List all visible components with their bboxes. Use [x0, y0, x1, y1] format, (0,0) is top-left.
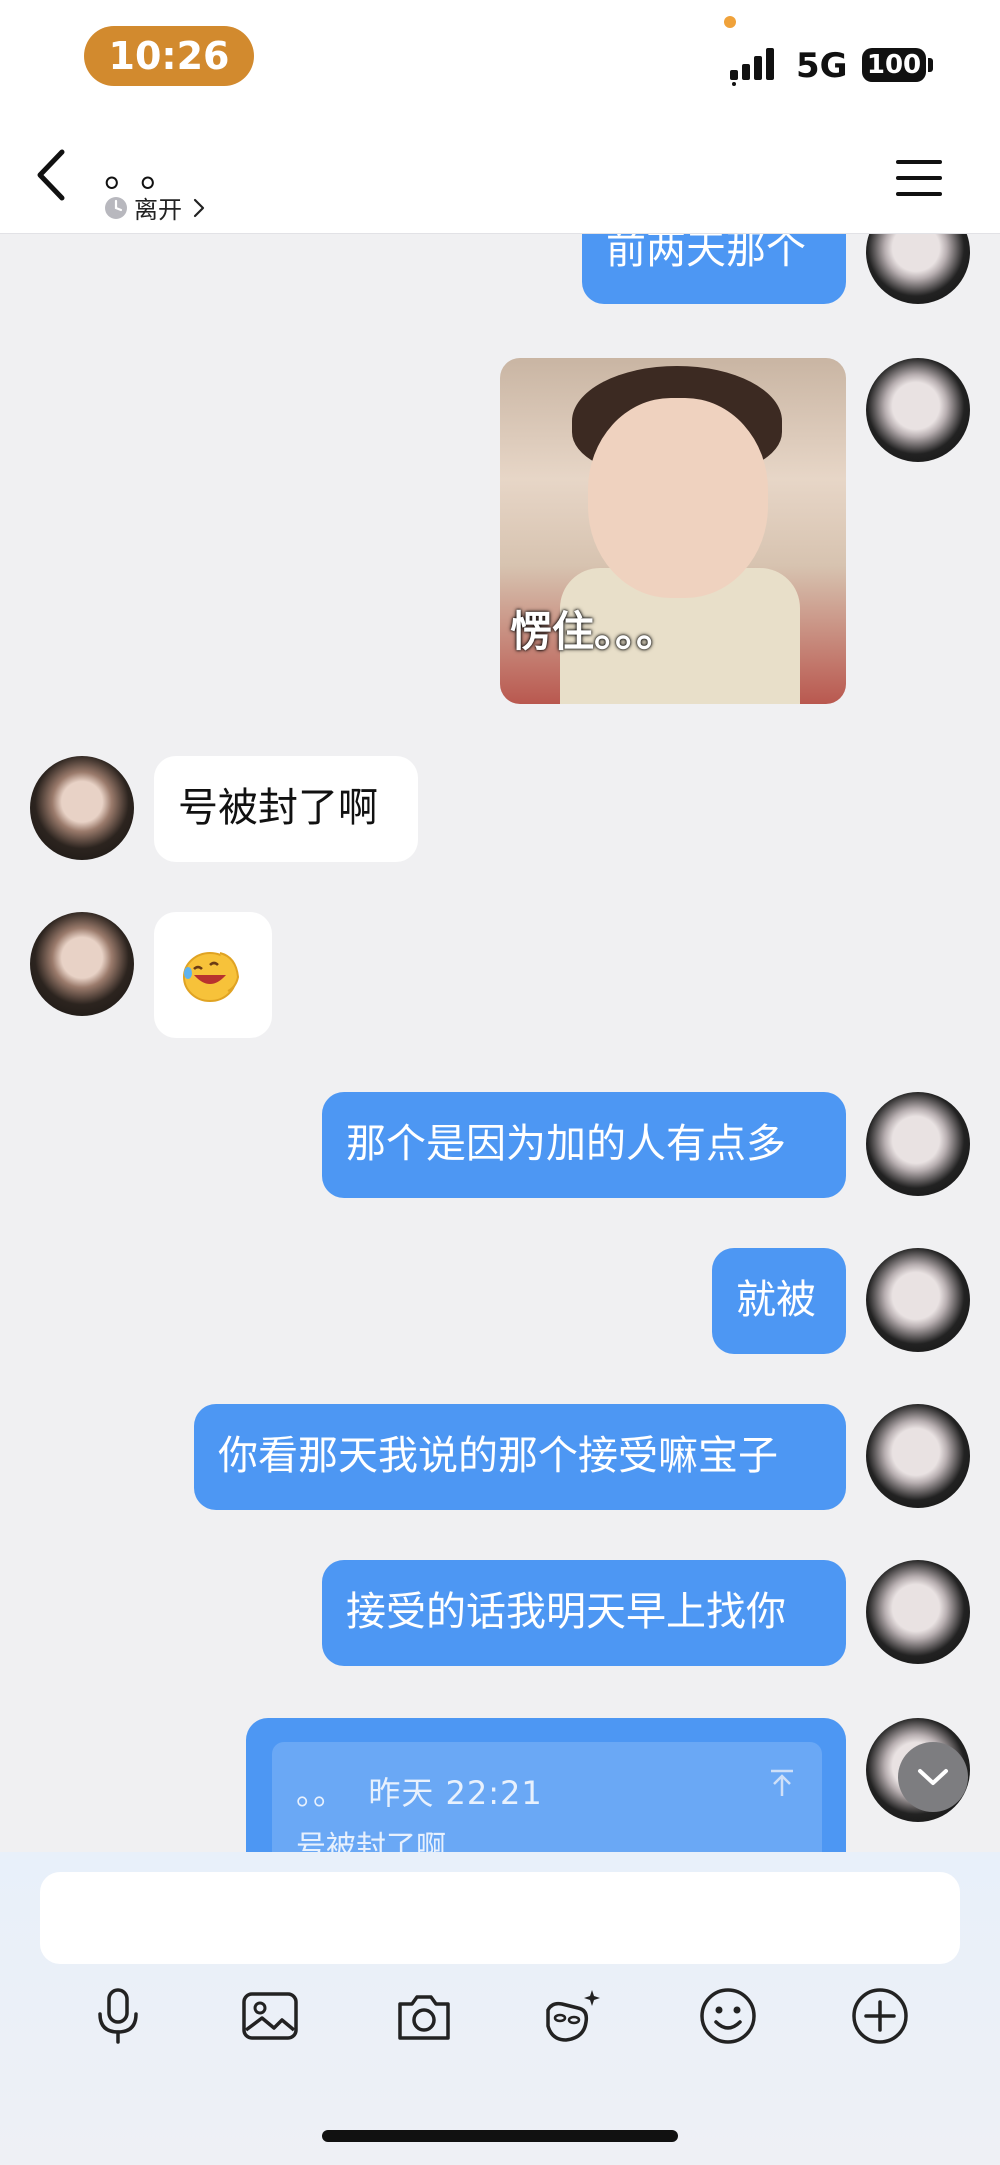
sticker-icon[interactable]: [542, 1984, 606, 2048]
message-list[interactable]: 前两天那个 愣住。。。 号被封了啊 那个是因为加的人有点多 就被 你看那天我说的…: [0, 234, 1000, 1852]
message-bubble-sent[interactable]: 那个是因为加的人有点多: [322, 1092, 846, 1198]
sticker-image[interactable]: 愣住。。。: [500, 358, 846, 704]
signal-icon: [730, 48, 774, 86]
status-time: 10:26: [84, 26, 254, 86]
status-bar: 10:26 5G 100: [0, 0, 1000, 120]
camera-icon[interactable]: [392, 1984, 456, 2048]
quote-header: 。。 昨天 22:21: [296, 1768, 543, 1814]
message-bubble-sent[interactable]: 就被: [712, 1248, 846, 1354]
quote-time: 昨天 22:21: [368, 1774, 543, 1812]
chevron-right-icon: [193, 198, 205, 217]
message-input[interactable]: [40, 1872, 960, 1964]
scroll-to-bottom-button[interactable]: [898, 1742, 968, 1812]
contact-avatar[interactable]: [30, 912, 134, 1016]
privacy-indicator-dot: [724, 16, 736, 28]
presence-status[interactable]: 离开: [104, 190, 206, 225]
my-avatar[interactable]: [866, 1092, 970, 1196]
emoji-icon[interactable]: [696, 1984, 760, 2048]
contact-avatar[interactable]: [30, 756, 134, 860]
battery-tip: [928, 58, 933, 72]
quote-text: 号被封了啊: [296, 1830, 446, 1852]
chat-header: 。。 离开: [0, 120, 1000, 234]
my-avatar[interactable]: [866, 1560, 970, 1664]
jump-to-original-icon[interactable]: [768, 1768, 796, 1798]
sticker-face: [588, 398, 768, 598]
quoted-message[interactable]: 。。 昨天 22:21 号被封了啊: [272, 1742, 822, 1852]
chevron-down-icon: [918, 1769, 948, 1785]
my-avatar[interactable]: [866, 234, 970, 304]
composer: [0, 1852, 1000, 2165]
sticker-caption: 愣住。。。: [510, 607, 679, 656]
network-type: 5G: [796, 46, 848, 86]
home-indicator[interactable]: [322, 2130, 678, 2142]
plus-icon[interactable]: [848, 1984, 912, 2048]
message-bubble-received[interactable]: 号被封了啊: [154, 756, 418, 862]
my-avatar[interactable]: [866, 1248, 970, 1352]
message-bubble-sent[interactable]: 你看那天我说的那个接受嘛宝子: [194, 1404, 846, 1510]
message-bubble-sent[interactable]: 前两天那个: [582, 234, 846, 304]
image-icon[interactable]: [238, 1984, 302, 2048]
battery-indicator: 100: [862, 48, 926, 82]
menu-icon[interactable]: [894, 156, 944, 200]
clock-icon: [105, 196, 127, 219]
message-bubble-sent[interactable]: 接受的话我明天早上找你: [322, 1560, 846, 1666]
laughing-tears-emoji-icon: [183, 952, 240, 1002]
message-bubble-reply[interactable]: 。。 昨天 22:21 号被封了啊: [246, 1718, 846, 1852]
my-avatar[interactable]: [866, 1404, 970, 1508]
my-avatar[interactable]: [866, 358, 970, 462]
microphone-icon[interactable]: [86, 1984, 150, 2048]
quote-sender: 。。: [296, 1774, 347, 1812]
presence-label: 离开: [134, 196, 182, 224]
back-arrow-icon[interactable]: [28, 142, 78, 208]
message-bubble-emoji[interactable]: [154, 912, 272, 1038]
